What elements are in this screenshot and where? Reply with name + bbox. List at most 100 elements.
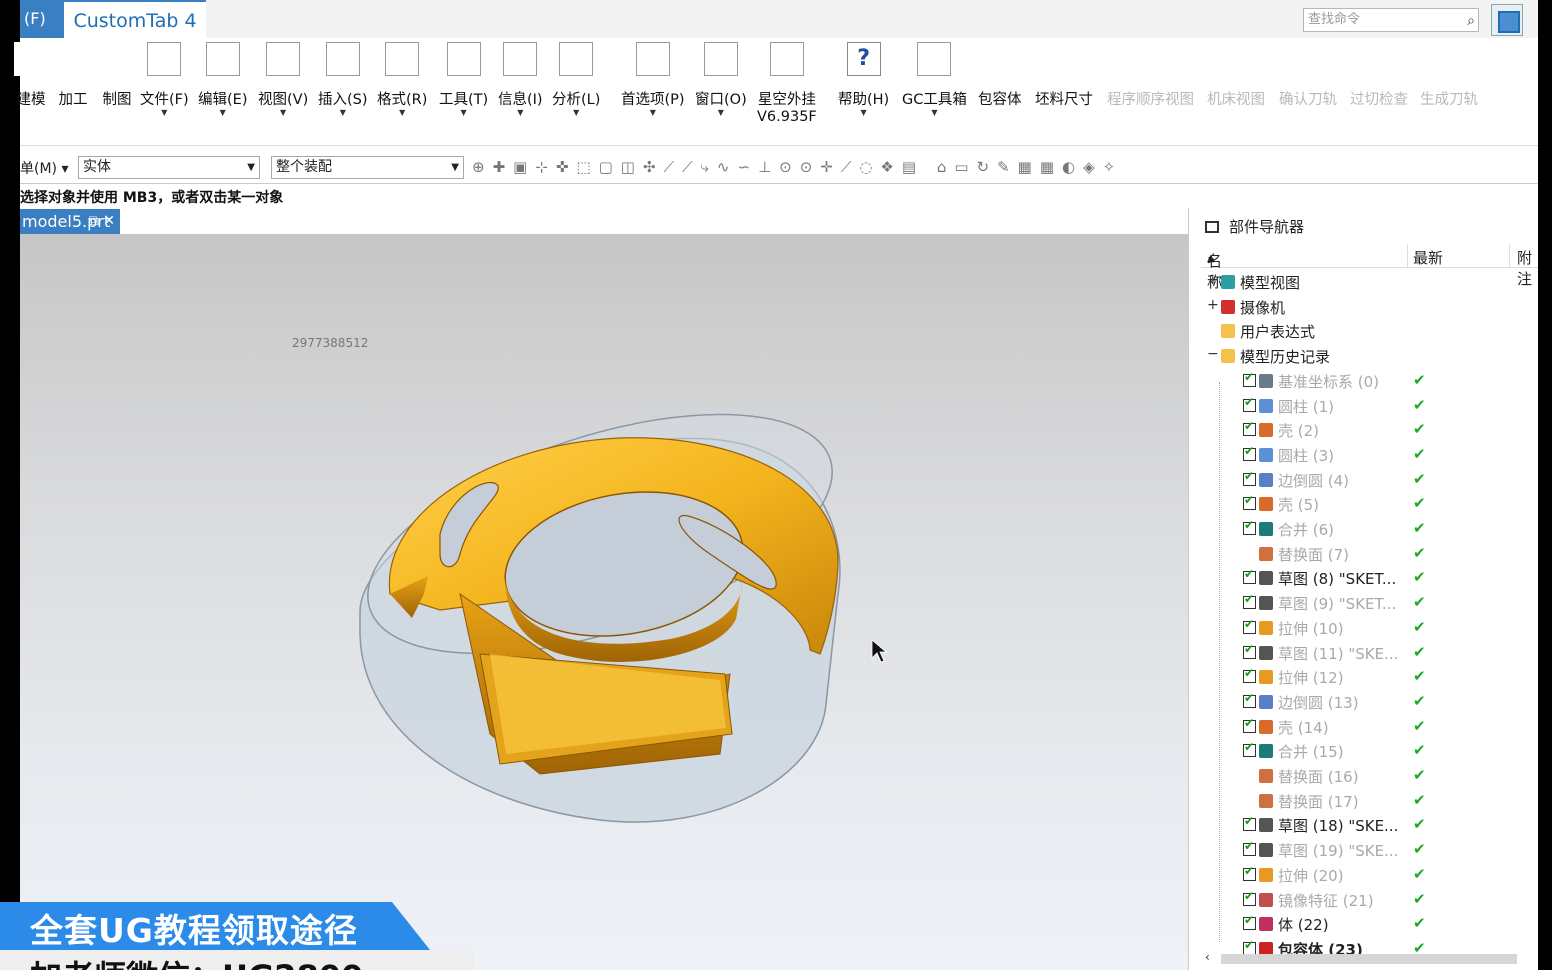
feature-checkbox[interactable]: [1243, 493, 1256, 511]
graphics-viewport[interactable]: 2977388512: [20, 234, 1188, 970]
navigator-row[interactable]: 壳 (2) ✔: [1201, 418, 1539, 442]
ribbon-bounding-body[interactable]: 包容体: [978, 40, 1022, 109]
ribbon-gc-toolbox[interactable]: GC工具箱 ▼: [902, 40, 967, 117]
navigator-row[interactable]: 边倒圆 (4) ✔: [1201, 468, 1539, 492]
window-restore-button[interactable]: [1491, 4, 1523, 36]
menu-dropdown[interactable]: 单(M) ▾: [20, 158, 69, 178]
feature-checkbox[interactable]: [1243, 864, 1256, 881]
navigator-row[interactable]: 草图 (8) "SKET... ✔: [1201, 566, 1539, 590]
ribbon-toolbar: 建模 加工 制图 文件(F) ▼ 编辑(E) ▼ 视图(V) ▼ 插入(S) ▼…: [14, 38, 1538, 146]
navigator-row[interactable]: 拉伸 (10) ✔: [1201, 616, 1539, 640]
ribbon-edit-menu[interactable]: 编辑(E) ▼: [198, 40, 247, 117]
feature-checkbox[interactable]: [1243, 395, 1256, 412]
navigator-row[interactable]: 合并 (15) ✔: [1201, 739, 1539, 763]
expand-icon[interactable]: +: [1207, 272, 1219, 288]
navigator-row[interactable]: 草图 (11) "SKE... ✔: [1201, 641, 1539, 665]
feature-checkbox[interactable]: [1243, 666, 1256, 684]
search-icon[interactable]: ⌕: [1467, 10, 1475, 32]
ribbon-modeling-button[interactable]: 建模: [14, 40, 48, 109]
ribbon-verify-toolpath[interactable]: 确认刀轨: [1279, 40, 1337, 109]
ribbon-window-menu[interactable]: 窗口(O) ▼: [695, 40, 747, 117]
navigator-row[interactable]: 草图 (18) "SKE... ✔: [1201, 813, 1539, 837]
expand-icon[interactable]: +: [1207, 297, 1219, 313]
ribbon-preferences-menu[interactable]: 首选项(P) ▼: [621, 40, 685, 117]
navigator-row-label: 草图 (19) "SKE...: [1278, 842, 1399, 861]
navigator-row[interactable]: 用户表达式: [1201, 319, 1539, 343]
ribbon-tools-menu[interactable]: 工具(T) ▼: [439, 40, 488, 117]
feature-checkbox[interactable]: [1243, 691, 1256, 708]
feature-checkbox[interactable]: [1243, 889, 1256, 906]
ribbon-manufacturing-button[interactable]: 加工: [56, 40, 90, 109]
selection-scope-select[interactable]: 整个装配 ▼: [271, 156, 464, 179]
navigator-row[interactable]: 草图 (9) "SKET... ✔: [1201, 591, 1539, 615]
navigator-row[interactable]: 拉伸 (20) ✔: [1201, 863, 1539, 887]
ribbon-plugin-menu[interactable]: 星空外挂 V6.935F: [757, 40, 817, 125]
ribbon-generate-toolpath[interactable]: 生成刀轨: [1420, 40, 1478, 109]
navigator-row[interactable]: 替换面 (7) ✔: [1201, 542, 1539, 566]
panel-window-icon[interactable]: [1205, 221, 1219, 233]
ribbon-drafting-button[interactable]: 制图: [100, 40, 134, 109]
ribbon-help-menu[interactable]: ? 帮助(H) ▼: [838, 40, 889, 117]
edge-blend-icon: [1259, 694, 1273, 709]
ribbon-machine-view[interactable]: 机床视图: [1207, 40, 1265, 109]
scrollbar-thumb[interactable]: [1221, 954, 1517, 964]
feature-checkbox[interactable]: [1243, 740, 1256, 758]
feature-checkbox[interactable]: [1243, 716, 1256, 733]
navigator-row[interactable]: 圆柱 (1) ✔: [1201, 394, 1539, 418]
ribbon-label: 工具(T): [439, 92, 489, 108]
ribbon-view-menu[interactable]: 视图(V) ▼: [258, 40, 308, 117]
navigator-row[interactable]: 合并 (6) ✔: [1201, 517, 1539, 541]
feature-checkbox[interactable]: [1243, 518, 1256, 535]
ribbon-program-order-view[interactable]: 程序顺序视图: [1107, 40, 1194, 109]
collapse-icon[interactable]: −: [1207, 346, 1219, 362]
navigator-row[interactable]: 壳 (14) ✔: [1201, 715, 1539, 739]
navigator-row[interactable]: 镜像特征 (21) ✔: [1201, 888, 1539, 912]
ribbon-info-menu[interactable]: 信息(I) ▼: [498, 40, 543, 117]
ribbon-format-menu[interactable]: 格式(R) ▼: [377, 40, 427, 117]
navigator-row[interactable]: − 模型历史记录: [1201, 344, 1539, 368]
navigator-row[interactable]: 替换面 (16) ✔: [1201, 764, 1539, 788]
feature-checkbox[interactable]: [1243, 617, 1256, 634]
close-icon[interactable]: ⧉ ✕: [89, 209, 115, 234]
navigator-row[interactable]: + 模型视图: [1201, 270, 1539, 294]
column-name-header[interactable]: 名称 ▲: [1207, 247, 1222, 291]
ribbon-tab-bar: (F) CustomTab 4 查找命令 ⌕: [20, 0, 1538, 38]
feature-checkbox[interactable]: [1243, 370, 1256, 387]
feature-checkbox[interactable]: [1243, 419, 1256, 437]
ribbon-gouge-check[interactable]: 过切检查: [1350, 40, 1408, 109]
ribbon-file-menu[interactable]: 文件(F) ▼: [140, 40, 189, 117]
tab-customtab-4[interactable]: CustomTab 4: [64, 0, 206, 38]
up-to-date-check-icon: ✔: [1413, 741, 1426, 760]
feature-checkbox[interactable]: [1243, 839, 1256, 857]
file-tab[interactable]: (F): [20, 0, 64, 38]
column-latest-header[interactable]: 最新: [1413, 247, 1443, 268]
shell-icon: [1259, 497, 1273, 512]
feature-checkbox[interactable]: [1243, 567, 1256, 585]
replace-face-icon: [1259, 793, 1273, 808]
ribbon-insert-menu[interactable]: 插入(S) ▼: [318, 40, 368, 117]
ribbon-stock-size[interactable]: 坯料尺寸: [1035, 40, 1093, 109]
document-tab[interactable]: model5.prt ⧉ ✕: [20, 209, 120, 234]
feature-checkbox[interactable]: [1243, 592, 1256, 610]
command-search-input[interactable]: 查找命令 ⌕: [1303, 8, 1479, 32]
navigator-row[interactable]: 草图 (19) "SKE... ✔: [1201, 838, 1539, 862]
navigator-horizontal-scrollbar[interactable]: ‹: [1201, 950, 1519, 968]
feature-checkbox[interactable]: [1243, 913, 1256, 931]
navigator-row[interactable]: 边倒圆 (13) ✔: [1201, 690, 1539, 714]
navigator-row[interactable]: 拉伸 (12) ✔: [1201, 665, 1539, 689]
feature-checkbox[interactable]: [1243, 444, 1256, 461]
navigator-row[interactable]: + 摄像机: [1201, 295, 1539, 319]
navigator-row[interactable]: 体 (22) ✔: [1201, 912, 1539, 936]
snap-point-icons[interactable]: ⊕✚▣⊹✜⬚▢◫✣⟋⟋⤷∿∽⊥⊙⊙✛⟋◌❖▤ ⌂▭↻✎▦▦◐◈✧: [472, 158, 1123, 176]
feature-checkbox[interactable]: [1243, 469, 1256, 486]
navigator-row[interactable]: 壳 (5) ✔: [1201, 492, 1539, 516]
feature-checkbox[interactable]: [1243, 814, 1256, 832]
ribbon-analysis-menu[interactable]: 分析(L) ▼: [552, 40, 600, 117]
scroll-left-icon[interactable]: ‹: [1205, 950, 1210, 964]
navigator-row[interactable]: 替换面 (17) ✔: [1201, 789, 1539, 813]
navigator-row-label: 替换面 (16): [1278, 768, 1359, 786]
feature-checkbox[interactable]: [1243, 642, 1256, 659]
navigator-row[interactable]: 圆柱 (3) ✔: [1201, 443, 1539, 467]
type-filter-select[interactable]: 实体 ▼: [78, 156, 260, 179]
navigator-row[interactable]: 基准坐标系 (0) ✔: [1201, 369, 1539, 393]
